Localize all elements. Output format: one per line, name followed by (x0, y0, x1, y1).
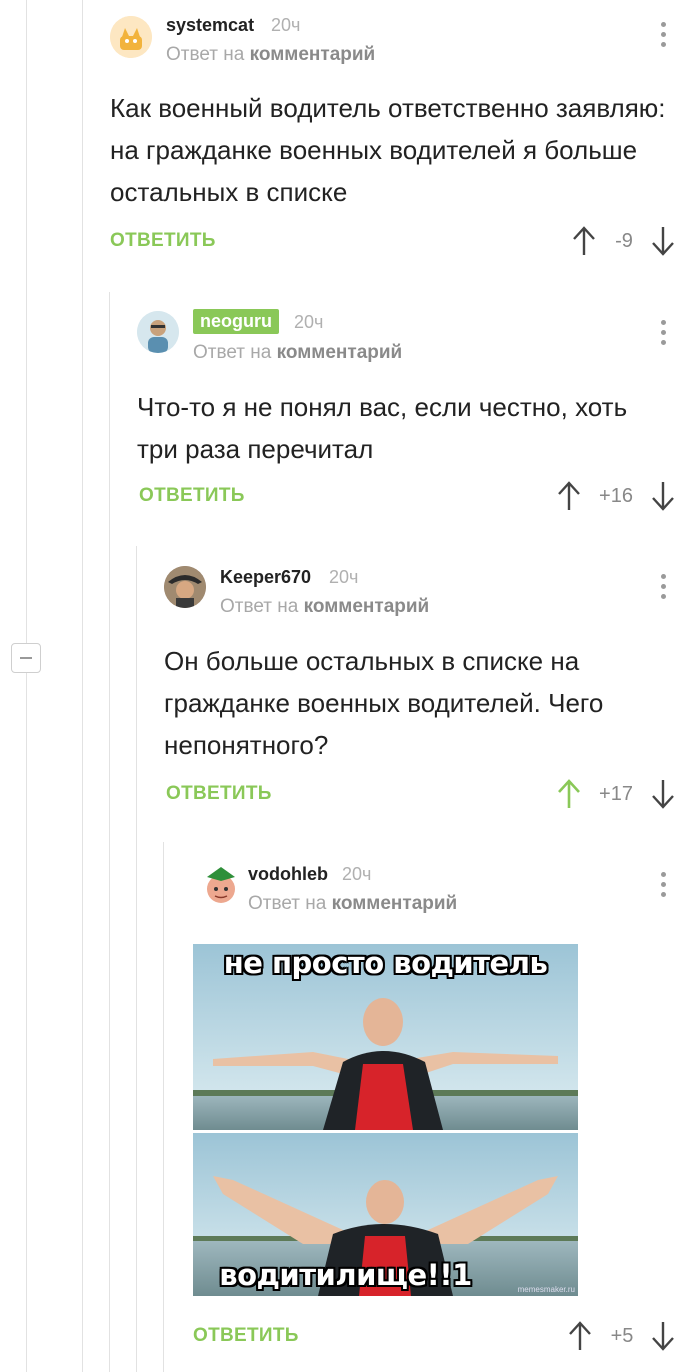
comment-username[interactable]: vodohleb (248, 864, 328, 885)
comment-text: Что-то я не понял вас, если честно, хоть… (137, 392, 628, 464)
pirate-avatar-icon[interactable] (164, 566, 206, 608)
collapse-thread-button[interactable] (11, 643, 41, 673)
reply-button[interactable]: ОТВЕТИТЬ (193, 1325, 299, 1347)
comment-text: Как военный водитель ответственно заявля… (110, 93, 666, 207)
comment-text: Он больше остальных в списке на гражданк… (164, 646, 604, 760)
reply-button[interactable]: ОТВЕТИТЬ (139, 485, 245, 507)
thread-line (109, 292, 110, 1372)
downvote-arrow-icon[interactable] (650, 1320, 676, 1352)
rating-value: +17 (599, 783, 633, 805)
more-options-icon[interactable] (653, 20, 673, 50)
comment-username[interactable]: systemcat (166, 15, 254, 36)
reply-button[interactable]: ОТВЕТИТЬ (110, 230, 216, 252)
cat-avatar-icon[interactable] (110, 16, 152, 58)
comment-time: 20ч (342, 864, 372, 884)
meme-image[interactable]: не просто водитель водитилище!!1 memesma… (193, 944, 578, 1296)
rating-value: +16 (599, 485, 633, 507)
meme-top-text: не просто водитель (223, 946, 548, 980)
more-options-icon[interactable] (653, 870, 673, 900)
reply-to-link[interactable]: комментарий (304, 596, 430, 617)
downvote-arrow-icon[interactable] (650, 480, 676, 512)
comment-time: 20ч (271, 15, 301, 35)
more-options-icon[interactable] (653, 318, 673, 348)
reply-to-label: Ответ на комментарий (220, 596, 430, 617)
reply-to-link[interactable]: комментарий (332, 893, 458, 914)
cartoon-avatar-icon[interactable] (200, 863, 242, 905)
comment-username[interactable]: Keeper670 (220, 567, 311, 588)
thread-line (26, 0, 27, 643)
more-options-icon[interactable] (653, 572, 673, 602)
reply-to-label: Ответ на комментарий (166, 44, 376, 65)
thread-line (82, 0, 83, 1372)
reply-to-link[interactable]: комментарий (250, 44, 376, 65)
upvote-arrow-icon[interactable] (556, 778, 582, 810)
rating-value: -9 (615, 230, 633, 252)
comment-time: 20ч (329, 567, 359, 587)
reply-to-link[interactable]: комментарий (277, 342, 403, 363)
reply-button[interactable]: ОТВЕТИТЬ (166, 783, 272, 805)
downvote-arrow-icon[interactable] (650, 778, 676, 810)
reply-to-label: Ответ на комментарий (193, 342, 403, 363)
upvote-arrow-icon[interactable] (567, 1320, 593, 1352)
rating-value: +5 (610, 1325, 634, 1347)
meme-watermark: memesmaker.ru (517, 1285, 575, 1294)
comment-time: 20ч (294, 312, 324, 332)
upvote-arrow-icon[interactable] (556, 480, 582, 512)
username-badge[interactable]: neoguru (193, 309, 279, 334)
downvote-arrow-icon[interactable] (650, 225, 676, 257)
meme-bottom-text: водитилище!!1 (219, 1258, 472, 1292)
reply-to-label: Ответ на комментарий (248, 893, 458, 914)
thread-line (163, 842, 164, 1372)
thread-line (26, 673, 27, 1372)
user-avatar-icon[interactable] (137, 311, 179, 353)
thread-line (136, 546, 137, 1372)
upvote-arrow-icon[interactable] (571, 225, 597, 257)
